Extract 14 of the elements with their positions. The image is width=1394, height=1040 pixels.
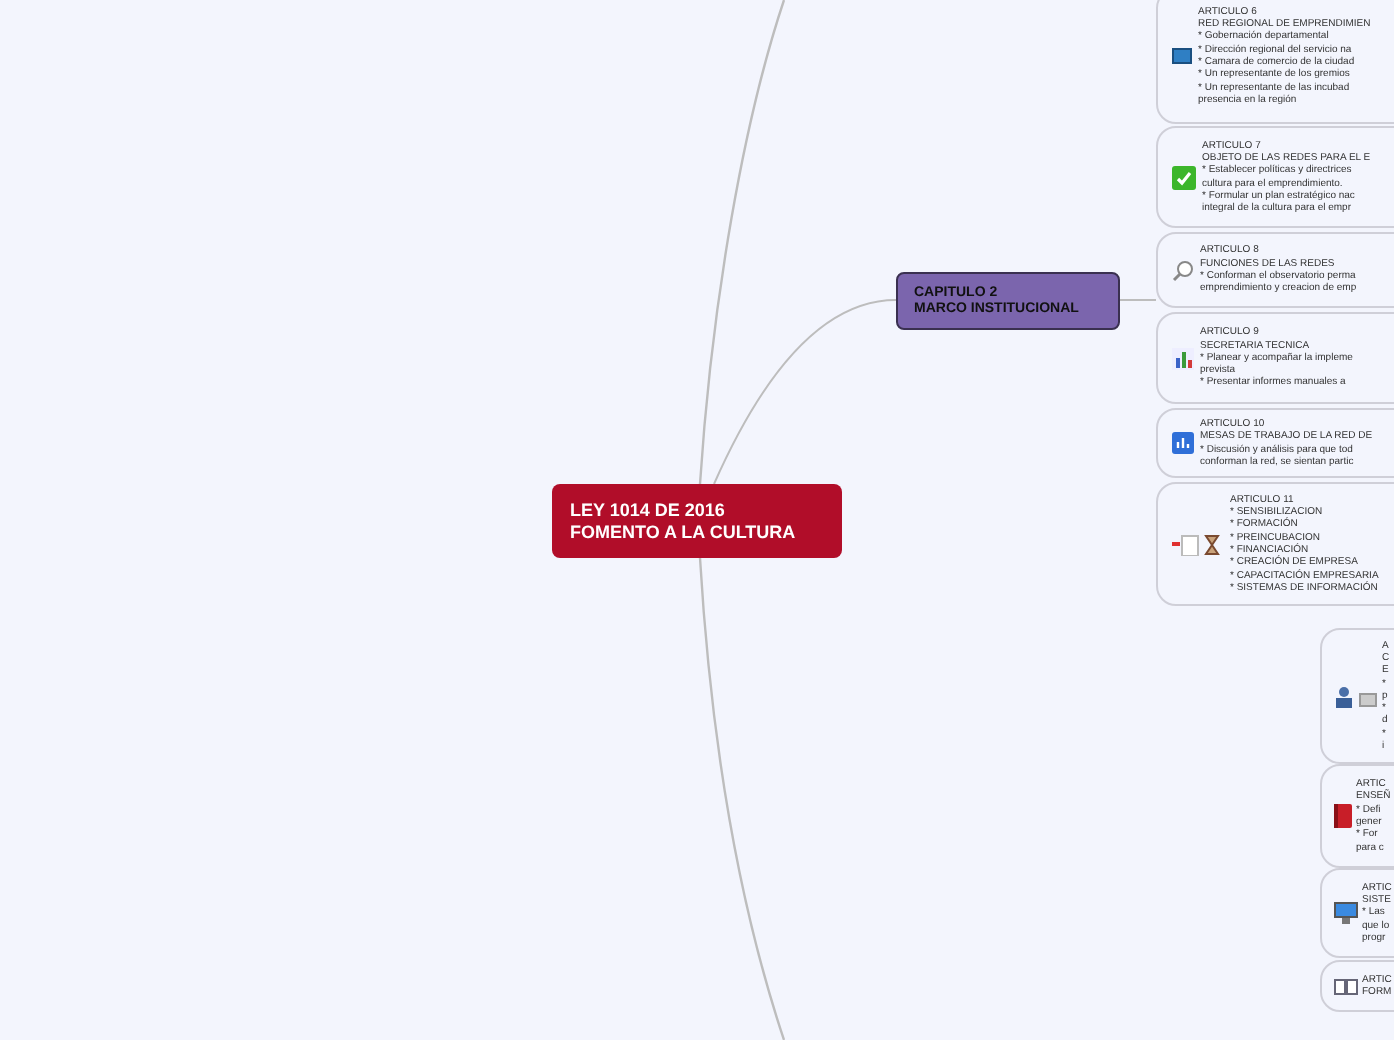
connector-line [1117, 299, 1157, 301]
document-hourglass-icon [1172, 533, 1224, 555]
open-book-icon [1334, 977, 1358, 995]
bar-chart-icon [1172, 347, 1194, 369]
root-topic[interactable]: LEY 1014 DE 2016 FOMENTO A LA CULTURA [552, 484, 842, 558]
book-icon [1334, 804, 1352, 828]
monitor-icon [1334, 902, 1358, 924]
monitor-icon [1172, 48, 1192, 64]
chart-tile-icon [1172, 432, 1194, 454]
search-icon [1172, 259, 1194, 281]
person-printer-icon [1334, 685, 1378, 707]
root-topic-text: LEY 1014 DE 2016 FOMENTO A LA CULTURA [570, 499, 796, 543]
article-node[interactable] [1156, 0, 1394, 124]
checkmark-icon [1172, 165, 1196, 189]
